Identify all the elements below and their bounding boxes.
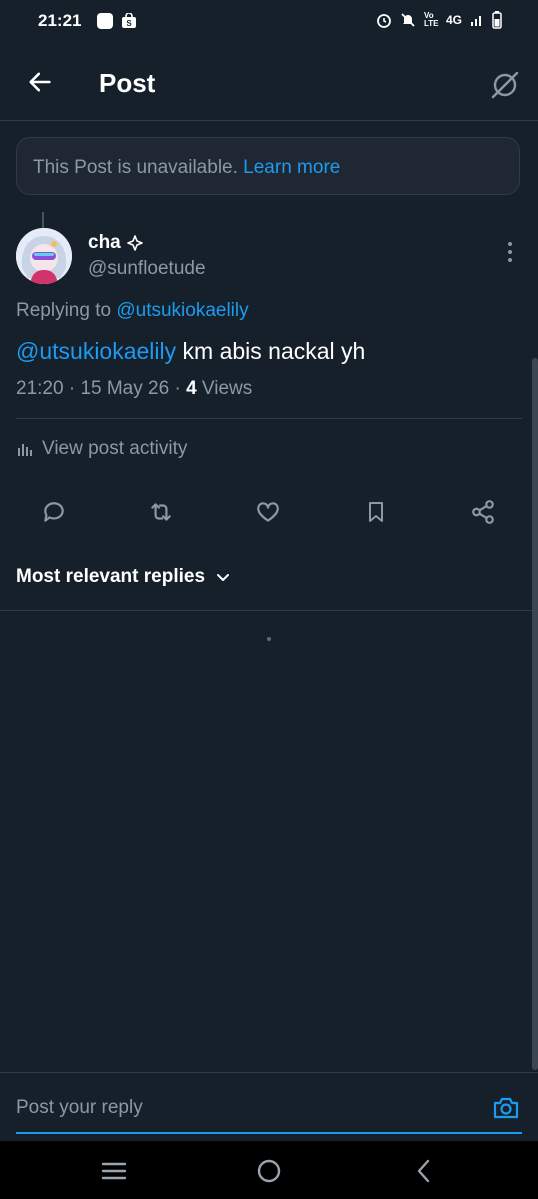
display-name[interactable]: cha — [88, 232, 143, 254]
share-icon — [472, 500, 494, 524]
views-label: Views — [201, 378, 253, 399]
home-circle-icon — [257, 1159, 281, 1183]
page-title: Post — [99, 68, 156, 98]
notice-message: This Post is unavailable. — [33, 157, 238, 178]
shopping-bag-icon: S — [121, 13, 137, 29]
replying-to: Replying to @utsukiokaelily — [16, 300, 249, 322]
thread-line — [42, 212, 44, 228]
chevron-left-icon — [417, 1159, 430, 1183]
status-time: 21:21 — [38, 11, 82, 30]
volte-label: Vo LTE — [423, 11, 439, 28]
notification-app-icon — [97, 13, 113, 29]
like-button[interactable] — [248, 492, 288, 532]
post-time: 21:20 — [16, 378, 64, 399]
network-label: 4G — [445, 13, 462, 27]
post-text: @utsukiokaelily km abis nackal yh — [16, 338, 365, 365]
recents-button[interactable] — [98, 1155, 130, 1187]
unavailable-notice: This Post is unavailable. Learn more — [16, 137, 520, 195]
svg-text:S: S — [126, 19, 132, 28]
camera-button[interactable] — [490, 1093, 522, 1123]
loading-indicator — [267, 637, 271, 641]
reply-button[interactable] — [34, 492, 74, 532]
meta-divider — [16, 418, 522, 419]
composer-underline — [16, 1132, 522, 1134]
mention-link[interactable]: @utsukiokaelily — [16, 338, 176, 364]
repost-icon — [151, 503, 171, 521]
replies-sort-label: Most relevant replies — [16, 566, 206, 587]
analytics-icon — [18, 444, 32, 456]
more-dot — [508, 242, 512, 246]
grok-button[interactable] — [486, 66, 524, 104]
menu-icon — [101, 1162, 127, 1180]
reply-input[interactable] — [16, 1090, 476, 1126]
mute-icon — [400, 12, 416, 28]
post-meta: 21:20 · 15 May 26 · 4 Views — [16, 378, 253, 399]
replying-label: Replying to — [16, 300, 112, 321]
alarm-icon — [376, 12, 392, 28]
share-button[interactable] — [463, 492, 503, 532]
post-date: 15 May 26 — [80, 378, 170, 399]
replying-to-link[interactable]: @utsukiokaelily — [116, 300, 248, 321]
action-bar — [0, 492, 538, 532]
bookmark-icon — [369, 502, 383, 522]
home-button[interactable] — [253, 1155, 285, 1187]
views-count: 4 — [186, 378, 197, 399]
more-dot — [508, 258, 512, 262]
display-name-text: cha — [88, 232, 121, 253]
activity-label: View post activity — [42, 438, 188, 459]
repost-button[interactable] — [141, 492, 181, 532]
composer-divider — [0, 1072, 538, 1073]
status-icons: Vo LTE 4G — [376, 11, 502, 29]
grok-icon — [491, 71, 519, 99]
scrollbar[interactable] — [532, 358, 538, 1070]
more-dot — [508, 250, 512, 254]
bookmark-button[interactable] — [356, 492, 396, 532]
battery-icon — [492, 11, 502, 29]
status-bar: 21:21 S Vo LTE 4G — [0, 0, 538, 44]
reply-icon — [44, 502, 64, 522]
post-body: km abis nackal yh — [182, 338, 366, 364]
signal-icon — [470, 13, 484, 27]
more-options-button[interactable] — [498, 238, 522, 266]
replies-sort-dropdown[interactable]: Most relevant replies — [16, 566, 231, 588]
camera-icon — [493, 1097, 519, 1119]
system-back-button[interactable] — [408, 1155, 440, 1187]
arrow-left-icon — [29, 72, 51, 92]
header-divider — [0, 120, 538, 121]
sparkle-icon — [126, 235, 143, 251]
view-post-activity[interactable]: View post activity — [16, 438, 187, 460]
user-handle[interactable]: @sunfloetude — [88, 258, 206, 280]
avatar[interactable] — [16, 228, 72, 284]
back-button[interactable] — [22, 64, 58, 100]
replies-divider — [0, 610, 538, 611]
notice-text: This Post is unavailable. Learn more — [33, 157, 340, 179]
system-nav-bar — [0, 1141, 538, 1199]
like-icon — [257, 502, 279, 522]
learn-more-link[interactable]: Learn more — [243, 157, 340, 178]
chevron-down-icon — [217, 574, 230, 581]
